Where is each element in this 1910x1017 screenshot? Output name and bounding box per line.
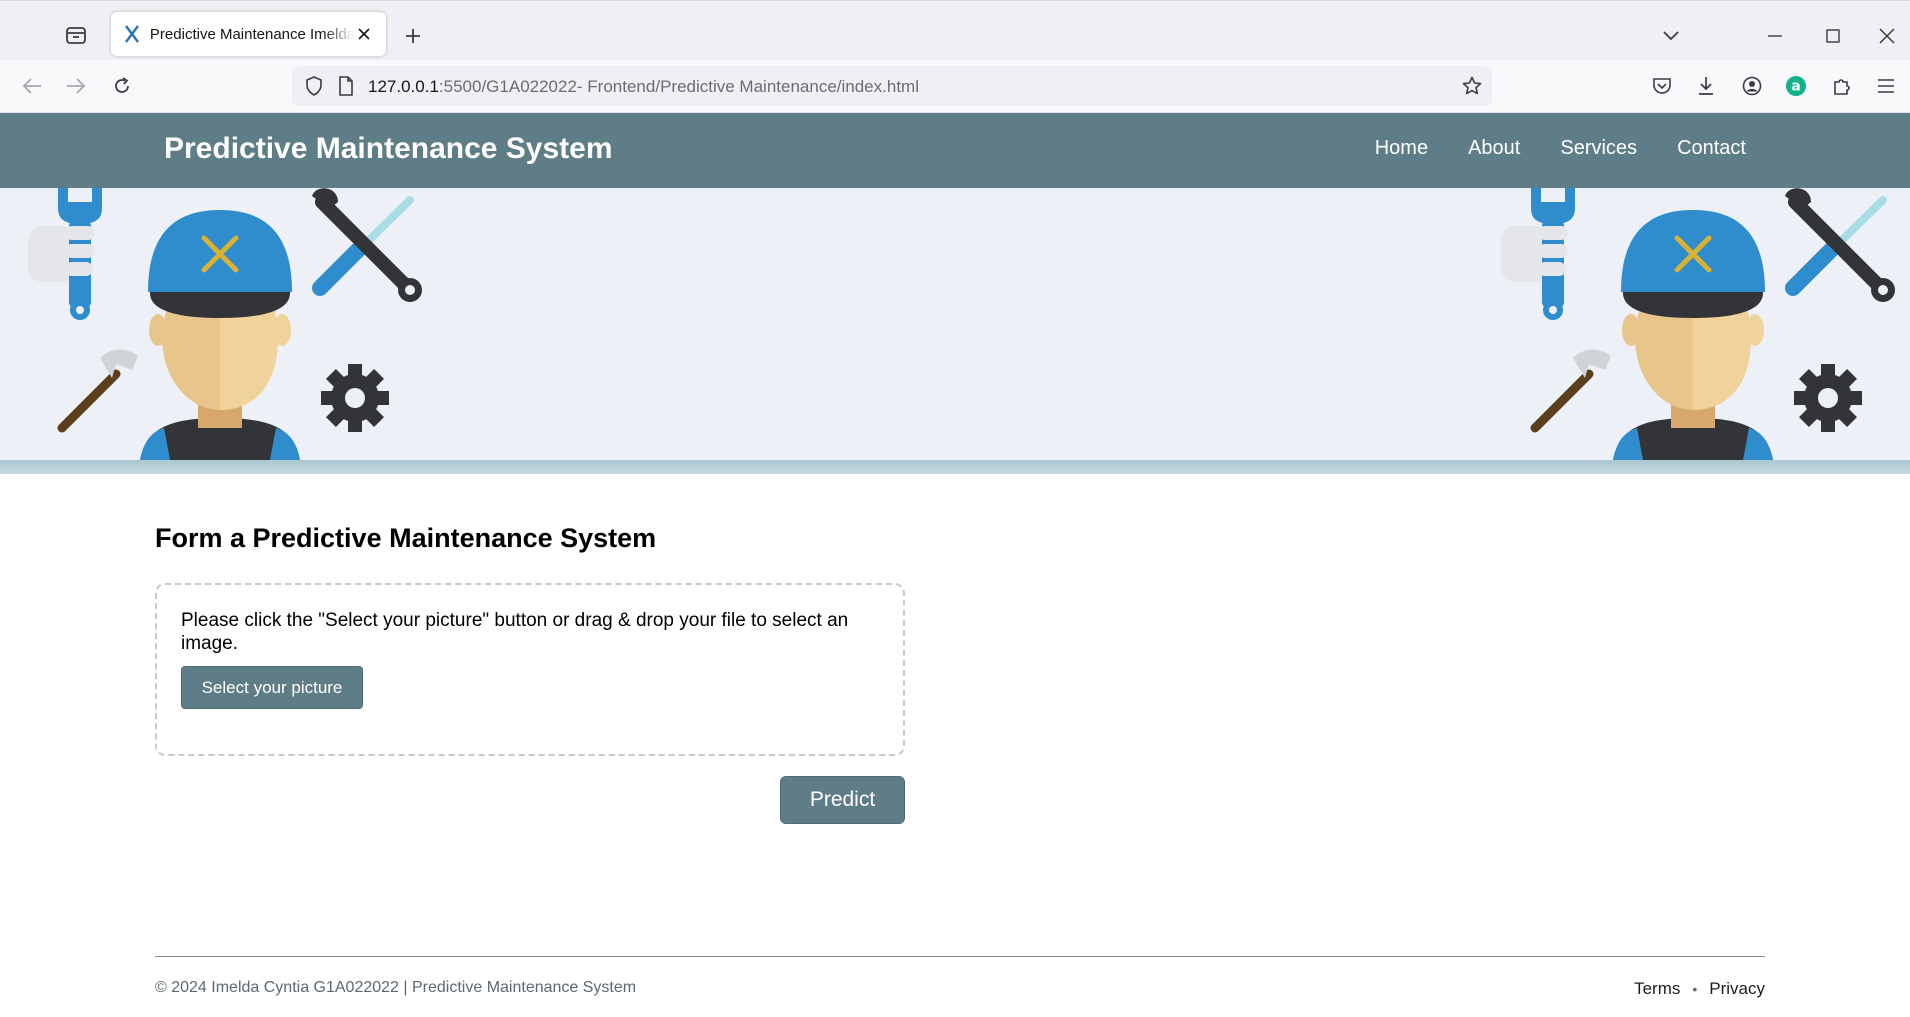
hero-banner [0,188,1910,460]
wrench-screwdriver-icon [312,188,422,302]
gear-icon [321,364,389,432]
url-path: :5500/G1A022022- Frontend/Predictive Mai… [438,77,919,96]
svg-text:a: a [1791,79,1800,95]
site-header: Predictive Maintenance System Home About… [0,113,1910,188]
minimize-icon[interactable] [1760,21,1790,51]
tab-list-icon[interactable] [62,23,90,47]
mechanic-illustration-right [1501,188,1895,460]
hammer-icon [57,349,138,433]
mechanic-figure [140,210,300,460]
browser-navigation-bar: 127.0.0.1:5500/G1A022022- Frontend/Predi… [0,60,1910,113]
footer-divider [155,956,1765,957]
forward-arrow-icon[interactable] [62,72,90,100]
url-text[interactable]: 127.0.0.1:5500/G1A022022- Frontend/Predi… [368,77,919,97]
url-host: 127.0.0.1 [368,77,439,96]
mechanic-illustration-left [28,188,422,460]
predict-button[interactable]: Predict [780,776,905,824]
shield-icon[interactable] [300,72,328,100]
tab-title: Predictive Maintenance Imelda Cyntia [149,25,355,43]
footer-separator: • [1692,981,1698,997]
terms-link[interactable]: Terms [1634,979,1680,999]
new-tab-plus-icon[interactable] [400,23,426,49]
mechanic-figure [1613,210,1773,460]
site-title: Predictive Maintenance System [164,132,613,165]
tab-overflow-chevron-down-icon[interactable] [1656,21,1686,51]
site-nav: Home About Services Contact [1375,137,1746,160]
nav-services-link[interactable]: Services [1560,137,1637,160]
maximize-icon[interactable] [1818,21,1848,51]
privacy-link[interactable]: Privacy [1709,979,1765,999]
select-picture-button[interactable]: Select your picture [181,666,363,709]
upload-instruction: Please click the "Select your picture" b… [181,610,849,654]
gear-icon [1794,364,1862,432]
hammer-icon [1530,349,1611,433]
downloads-icon[interactable] [1692,72,1720,100]
nav-home-link[interactable]: Home [1375,137,1428,160]
address-bar[interactable]: 127.0.0.1:5500/G1A022022- Frontend/Predi… [292,66,1492,106]
footer-links: Terms • Privacy [1634,979,1765,999]
wrench-screwdriver-icon [1785,188,1895,302]
footer-copyright: © 2024 Imelda Cyntia G1A022022 | Predict… [155,979,637,996]
tools-favicon-icon [123,25,141,43]
extension-a-icon[interactable]: a [1782,72,1810,100]
close-tab-icon[interactable] [354,24,374,44]
close-window-icon[interactable] [1872,21,1902,51]
nav-about-link[interactable]: About [1468,137,1520,160]
nav-contact-link[interactable]: Contact [1677,137,1746,160]
form-title: Form a Predictive Maintenance System [155,523,657,553]
hamburger-menu-icon[interactable] [1872,72,1900,100]
browser-tab[interactable]: Predictive Maintenance Imelda Cyntia [111,12,386,56]
page-info-icon[interactable] [332,72,360,100]
back-arrow-icon[interactable] [18,72,46,100]
reload-icon[interactable] [108,72,136,100]
hero-bottom-stripe [0,460,1910,474]
browser-tab-strip: Predictive Maintenance Imelda Cyntia [0,0,1910,61]
file-drop-zone[interactable]: Please click the "Select your picture" b… [155,583,905,756]
bookmark-star-icon[interactable] [1458,72,1486,100]
extensions-puzzle-icon[interactable] [1828,72,1856,100]
account-icon[interactable] [1738,72,1766,100]
pocket-icon[interactable] [1648,72,1676,100]
